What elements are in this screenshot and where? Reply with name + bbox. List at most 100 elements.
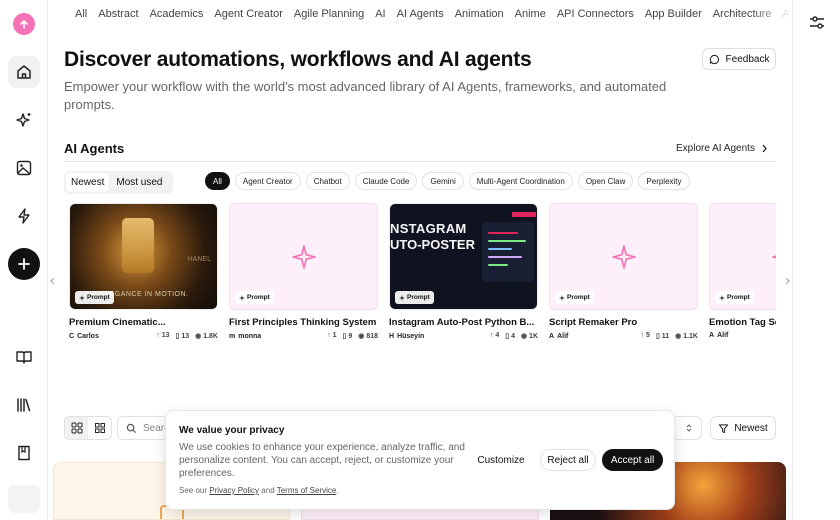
card-title[interactable]: Instagram Auto-Post Python B... (389, 317, 538, 328)
profile-placeholder[interactable] (8, 485, 40, 513)
card-thumbnail[interactable]: Prompt (549, 203, 698, 310)
newest-label: Newest (734, 422, 768, 434)
category-tab[interactable]: Academics (150, 0, 204, 20)
see-our-text: See our (179, 486, 208, 495)
tag-chip[interactable]: Agent Creator (234, 172, 301, 190)
tag-chip[interactable]: Multi-Agent Coordination (468, 172, 573, 190)
card-author[interactable]: A Alif (709, 332, 776, 339)
sort-newest-button[interactable]: Newest (66, 173, 110, 192)
images-nav-button[interactable] (8, 152, 40, 184)
category-tab[interactable]: Abstract (98, 0, 138, 20)
card-meta: A Alif (709, 332, 776, 339)
automations-nav-button[interactable] (8, 200, 40, 232)
scroll-left-icon[interactable] (48, 271, 58, 291)
thumb-side-text: HANEL (187, 256, 211, 263)
agent-card[interactable]: Prompt First Principles Thinking System m m… (229, 203, 378, 340)
author-name: Alif (557, 332, 569, 340)
card-title[interactable]: First Principles Thinking System (229, 317, 378, 328)
grid-large-view-button[interactable] (65, 417, 88, 439)
accept-all-button[interactable]: Accept all (602, 449, 663, 471)
tag-chip[interactable]: Gemini (422, 172, 464, 190)
chevron-up-down-icon[interactable] (685, 423, 693, 433)
category-tab[interactable]: AI (375, 0, 385, 20)
tag-chip[interactable]: Perplexity (638, 172, 690, 190)
left-sidebar (0, 0, 48, 520)
ai-agents-nav-button[interactable] (8, 104, 40, 136)
privacy-policy-link[interactable]: Privacy Policy (209, 486, 259, 495)
card-thumbnail[interactable]: Prompt (229, 203, 378, 310)
cookie-links: See our Privacy Policy and Terms of Serv… (179, 486, 339, 495)
category-tab[interactable]: Animation (455, 0, 504, 20)
agent-card[interactable]: Prompt Script Remaker Pro A Alif ↑ 5 ▯ 11 ◉ 1.… (549, 203, 698, 340)
card-author[interactable]: H Hüseyin (389, 333, 490, 340)
logo-icon (20, 19, 28, 29)
right-rail (792, 0, 840, 520)
scroll-right-icon[interactable] (782, 271, 792, 291)
card-title[interactable]: Premium Cinematic... (69, 317, 218, 328)
filter-sliders-icon[interactable] (808, 14, 826, 32)
app-logo[interactable] (13, 13, 35, 35)
image-icon (16, 160, 32, 176)
sort-newest-dropdown[interactable]: Newest (710, 416, 776, 440)
customize-button[interactable]: Customize (471, 450, 531, 470)
terms-of-service-link[interactable]: Terms of Service (277, 486, 337, 495)
category-tab[interactable]: App Builder (645, 0, 702, 20)
tag-chip[interactable]: Claude Code (354, 172, 418, 190)
card-meta: m monna ↑ 1 ▯ 9 ◉ 818 (229, 332, 378, 340)
tag-chip[interactable]: Chatbot (305, 172, 350, 190)
author-name: monna (238, 332, 262, 340)
open-book-icon (16, 351, 32, 364)
and-text: and (261, 486, 275, 495)
sort-toggle: Newest Most used (64, 171, 173, 194)
explore-ai-agents-link[interactable]: Explore AI Agents (676, 143, 768, 154)
thumb-text-line2: UTO-POSTER (390, 237, 475, 252)
card-author[interactable]: m monna (229, 333, 327, 340)
create-button[interactable] (8, 248, 40, 280)
card-thumbnail[interactable]: HANEL ELEGANCE IN MOTION. Prompt (69, 203, 218, 310)
explore-label: Explore AI Agents (676, 143, 755, 154)
category-tab[interactable]: All (75, 0, 87, 20)
category-tab[interactable]: API Connectors (557, 0, 634, 20)
library-nav-button[interactable] (8, 389, 40, 421)
author-initial: A (549, 332, 555, 340)
chevron-right-icon (762, 144, 767, 153)
card-author[interactable]: A Alif (549, 333, 641, 340)
category-tab[interactable]: Agent Creator (214, 0, 282, 20)
category-tab[interactable]: Anime (515, 0, 546, 20)
tag-chip[interactable]: All (205, 172, 230, 190)
home-button[interactable] (8, 56, 40, 88)
agent-card[interactable]: NSTAGRAM UTO-POSTER Prompt Instagram Auto-P… (389, 203, 538, 340)
sparkle-icon (771, 254, 776, 259)
docs-nav-button[interactable] (8, 341, 40, 373)
sparkle-small-icon (559, 294, 565, 301)
card-stats: ↑ 1 ▯ 9 ◉ 818 (327, 332, 378, 340)
tag-filter-chips: All Agent Creator Chatbot Claude Code Gemini… (205, 172, 690, 190)
section-title: AI Agents (64, 141, 125, 156)
sort-most-used-button[interactable]: Most used (111, 173, 167, 192)
agent-card[interactable]: Prompt Emotion Tag Sc... AAlif (709, 203, 776, 339)
view-count: ◉ 1.8K (195, 333, 218, 340)
card-thumbnail[interactable]: Prompt (709, 203, 776, 310)
view-count: ◉ 1K (520, 333, 538, 340)
reject-all-button[interactable]: Reject all (540, 449, 596, 471)
tag-chip[interactable]: Open Claw (577, 172, 634, 190)
card-author[interactable]: C Carlos (69, 333, 156, 340)
agent-card[interactable]: HANEL ELEGANCE IN MOTION. Prompt Premium Ci… (69, 203, 218, 340)
grid-large-icon (71, 422, 82, 434)
grid-small-view-button[interactable] (88, 417, 111, 439)
category-bar: All Abstract Academics Agent Creator Agile P… (48, 0, 792, 28)
like-count: ↑ 1 (327, 332, 337, 339)
home-icon (17, 65, 31, 79)
sparkles-icon (16, 113, 31, 127)
card-meta: C Carlos ↑ 13 ▯ 13 ◉ 1.8K (69, 332, 218, 340)
card-title[interactable]: Emotion Tag Sc... (709, 317, 776, 328)
card-title[interactable]: Script Remaker Pro (549, 317, 698, 328)
category-tab[interactable]: Agile Planning (294, 0, 364, 20)
feedback-button[interactable]: Feedback (702, 48, 776, 70)
category-tab[interactable]: AI Agents (397, 0, 444, 20)
like-count: ↑ 13 (156, 332, 170, 339)
saved-nav-button[interactable] (8, 437, 40, 469)
save-count: ▯ 4 (505, 333, 515, 340)
view-count: ◉ 818 (358, 333, 378, 340)
card-thumbnail[interactable]: NSTAGRAM UTO-POSTER Prompt (389, 203, 538, 310)
